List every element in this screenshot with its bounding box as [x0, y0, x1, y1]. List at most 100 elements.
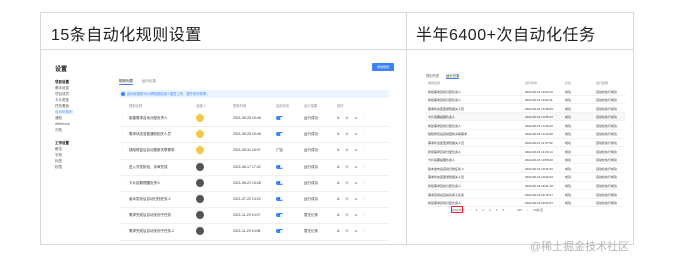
- cell-status: 成功: [565, 158, 572, 163]
- rules-table-header: 规则名称 创建人 更新时间 启用状态 运行结果 操作: [119, 103, 389, 109]
- row-actions[interactable]: ⧉ ⚙ ⌫ ⋮: [337, 213, 366, 217]
- sidebar-item[interactable]: 权限: [55, 164, 111, 170]
- table-row: ⋮ 缺陷修复后自动更新关联需求 2021-05-31 16:07 运行成功 ⧉ ⚙ ⌫ …: [119, 143, 389, 160]
- run-result: 运行成功: [304, 148, 318, 153]
- records-screenshot: 规则列表 运行记录 规则名称 运行时间 状态 运行结果 新建需求自动分配负责人 2022…: [414, 59, 630, 227]
- table-row: 新建需求自动分配负责人 2022-06-15 09:41:18 成功 自动化执行成功: [426, 182, 626, 191]
- table-row: 需求状态变更通知相关人员 2022-06-15 11:47:52 成功 自动化执行成功: [426, 139, 626, 148]
- row-drag-handle[interactable]: ⋮: [121, 148, 125, 152]
- cell-status: 成功: [565, 106, 572, 111]
- update-time: 2021-11-29 10:07: [233, 213, 261, 218]
- records-tabs: 规则列表 运行记录: [426, 73, 465, 79]
- table-row: 需求状态变更通知相关人员 2022-06-15 10:06:33 成功 自动化执行成功: [426, 173, 626, 182]
- cell-time: 2022-06-15 13:12:06: [525, 132, 553, 137]
- rule-name[interactable]: 需求状态变更通知相关人员: [129, 132, 171, 137]
- cell-status: 成功: [565, 166, 572, 171]
- row-actions[interactable]: ⧉ ⚙ ⌫ ⋮: [337, 197, 366, 201]
- column-header: 运行时间: [525, 81, 538, 85]
- row-drag-handle[interactable]: ⋮: [121, 132, 125, 136]
- update-time: 2021-06-17 17:42: [233, 164, 261, 169]
- update-time: 2021-07-22 13:20: [233, 196, 261, 201]
- rule-name[interactable]: 需求完成后自动关闭子任务: [129, 213, 171, 218]
- tab-run-records[interactable]: 运行记录: [142, 79, 156, 83]
- rule-name[interactable]: 卡片延期提醒负责人: [129, 181, 161, 186]
- row-actions[interactable]: ⧉ ⚙ ⌫ ⋮: [337, 181, 366, 185]
- cell-status: 成功: [565, 141, 572, 146]
- watermark: @稀土掘金技术社区: [530, 241, 630, 253]
- page-button[interactable]: …: [509, 208, 512, 212]
- cell-time: 2022-06-15 14:55:37: [525, 115, 553, 120]
- cell-name: 卡片延期提醒负责人: [428, 115, 456, 120]
- cell-status: 成功: [565, 184, 572, 189]
- enable-toggle[interactable]: [276, 148, 283, 153]
- page-button[interactable]: ›: [527, 208, 528, 212]
- row-actions[interactable]: ⧉ ⚙ ⌫ ⋮: [337, 165, 366, 169]
- panel-title-rules: 15条自动化规则设置: [51, 27, 202, 44]
- update-time: 2021-06-22 15:28: [233, 180, 261, 185]
- tab-rule-list[interactable]: 规则列表: [119, 79, 133, 85]
- page-button[interactable]: 322: [517, 208, 522, 212]
- row-actions[interactable]: ⧉ ⚙ ⌫ ⋮: [337, 148, 366, 152]
- tab-run-records[interactable]: 运行记录: [446, 74, 460, 79]
- table-row: ⋮ 进入开发阶段，评审完成 2021-06-17 17:42 运行成功 ⧉ ⚙ ⌫ ⋮: [119, 160, 389, 176]
- cell-result: 自动化执行成功: [596, 132, 618, 137]
- cell-result: 自动化执行成功: [596, 192, 618, 197]
- cell-name: 需求状态变更通知相关人员: [428, 141, 465, 146]
- records-table-header: 规则名称 运行时间 状态 运行结果: [426, 81, 626, 86]
- table-row: ⋮ 新建需求自动分配负责人 2021-05-25 15:46 运行成功 ⧉ ⚙ ⌫ ⋮: [119, 111, 389, 128]
- row-actions[interactable]: ⧉ ⚙ ⌫ ⋮: [337, 132, 366, 136]
- cell-name: 版本发布后自动归档任务-2: [428, 166, 464, 171]
- table-row: ⋮ 版本发布后自动归档任务-2 2021-07-22 13:20 运行成功 ⧉ ⚙ ⌫ …: [119, 192, 389, 209]
- sidebar-item[interactable]: 归档: [55, 127, 111, 133]
- table-row: 需求完成后自动关闭子任务 2022-06-15 09:15:27 成功 自动化执行成功: [426, 190, 626, 199]
- creator-avatar: [196, 194, 204, 203]
- row-actions[interactable]: ⧉ ⚙ ⌫ ⋮: [337, 116, 366, 120]
- cell-name: 缺陷修复后自动更新关联需求: [428, 132, 468, 137]
- rule-name[interactable]: 缺陷修复后自动更新关联需求: [129, 148, 175, 153]
- page-button[interactable]: 2: [482, 208, 484, 212]
- row-drag-handle[interactable]: ⋮: [121, 165, 125, 169]
- cell-name: 新建需求自动分配负责人: [428, 123, 462, 128]
- row-drag-handle[interactable]: ⋮: [121, 213, 125, 217]
- creator-avatar: [196, 178, 204, 187]
- cell-status: 成功: [565, 175, 572, 180]
- enable-toggle[interactable]: [276, 196, 283, 201]
- rule-name[interactable]: 新建需求自动分配负责人: [129, 116, 168, 121]
- cell-time: 2022-06-15 14:30:20: [525, 123, 553, 128]
- page-button[interactable]: ‹: [470, 208, 471, 212]
- row-drag-handle[interactable]: ⋮: [121, 229, 125, 233]
- table-row: 卡片延期提醒负责人 2022-06-15 14:55:37 成功 自动化执行成功: [426, 112, 626, 122]
- page-button[interactable]: 3: [489, 208, 491, 212]
- add-rule-button[interactable]: 添加规则: [372, 63, 394, 71]
- row-actions[interactable]: ⧉ ⚙ ⌫ ⋮: [337, 229, 366, 233]
- enable-toggle[interactable]: [276, 116, 283, 120]
- enable-toggle[interactable]: [276, 132, 283, 137]
- rule-name[interactable]: 进入开发阶段，评审完成: [129, 165, 168, 170]
- tab-rule-list[interactable]: 规则列表: [426, 74, 439, 78]
- cell-result: 自动化执行成功: [596, 115, 618, 120]
- cell-status: 成功: [565, 115, 572, 120]
- cell-result: 自动化执行成功: [596, 175, 618, 180]
- table-row: ⋮ 需求完成后自动关闭子任务-2 2021-11-29 10:08 暂无记录 ⧉ ⚙ ⌫…: [119, 224, 389, 241]
- cell-time: 2022-06-15 09:02:51: [525, 201, 553, 206]
- page-size-select[interactable]: 20条/页: [533, 208, 543, 212]
- page-button[interactable]: 4: [496, 208, 498, 212]
- cell-name: 新建需求自动分配负责人: [428, 201, 462, 206]
- rule-name[interactable]: 版本发布后自动归档任务-2: [129, 197, 171, 202]
- enable-toggle[interactable]: [276, 213, 283, 218]
- enable-toggle[interactable]: [276, 229, 283, 234]
- pagination: 共6435条 ‹ 1 2 3 4 5… 322 › 20条/页: [452, 208, 548, 212]
- page-button[interactable]: 5: [502, 208, 504, 212]
- cell-status: 成功: [565, 201, 572, 206]
- column-header: 更新时间: [233, 104, 247, 108]
- run-result: 暂无记录: [304, 213, 318, 218]
- rule-name[interactable]: 需求完成后自动关闭子任务-2: [129, 229, 174, 234]
- cell-status: 成功: [565, 98, 572, 103]
- cell-status: 成功: [565, 132, 572, 137]
- row-drag-handle[interactable]: ⋮: [121, 197, 125, 201]
- row-drag-handle[interactable]: ⋮: [121, 116, 125, 120]
- enable-toggle[interactable]: [276, 164, 283, 169]
- page-button[interactable]: 1: [476, 208, 478, 212]
- enable-toggle[interactable]: [276, 180, 283, 185]
- row-drag-handle[interactable]: ⋮: [121, 181, 125, 185]
